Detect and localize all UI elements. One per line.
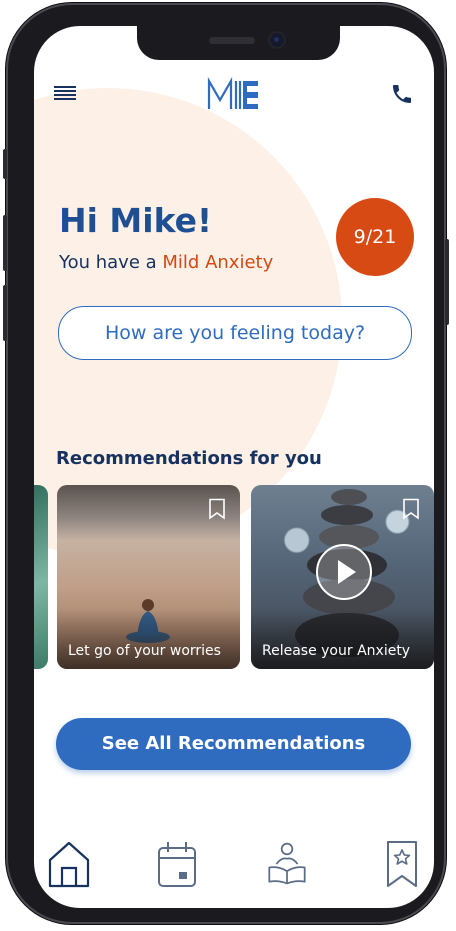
card-shade: [251, 609, 434, 669]
notch: [137, 26, 340, 60]
anxiety-status-line: You have a Mild Anxiety: [59, 252, 273, 273]
see-all-recommendations-button[interactable]: See All Recommendations: [56, 718, 411, 770]
app-screen: Hi Mike! You have a Mild Anxiety 9/21 Ho…: [34, 26, 434, 908]
power-button: [445, 239, 449, 325]
mute-switch: [3, 149, 7, 179]
recommendation-card[interactable]: Let go of your worries: [57, 485, 240, 669]
recommendation-card-partial[interactable]: [34, 485, 48, 669]
phone-icon[interactable]: [390, 82, 414, 106]
recommendations-heading: Recommendations for you: [56, 448, 322, 469]
front-camera: [270, 33, 284, 47]
saved-icon[interactable]: [379, 838, 425, 890]
feeling-checkin-button[interactable]: How are you feeling today?: [58, 306, 412, 360]
card-title: Release your Anxiety: [262, 643, 411, 659]
card-shade: [57, 609, 240, 669]
greeting-title: Hi Mike!: [59, 201, 213, 240]
app-logo: [206, 76, 262, 114]
bookmark-icon[interactable]: [402, 498, 420, 520]
volume-down-button: [3, 285, 7, 341]
home-icon[interactable]: [46, 838, 92, 890]
logo-mark: [207, 76, 258, 109]
card-title: Let go of your worries: [68, 643, 221, 659]
status-prefix: You have a: [59, 252, 163, 273]
bookmark-icon[interactable]: [208, 498, 226, 520]
play-icon[interactable]: [316, 544, 372, 600]
phone-frame: Hi Mike! You have a Mild Anxiety 9/21 Ho…: [3, 3, 449, 924]
recommendation-card[interactable]: Release your Anxiety: [251, 485, 434, 669]
severity-label: Mild Anxiety: [162, 252, 274, 273]
volume-up-button: [3, 215, 7, 271]
calendar-icon[interactable]: [154, 838, 200, 890]
speaker-grille: [209, 37, 255, 44]
bottom-nav: [34, 828, 434, 908]
hamburger-menu-icon[interactable]: [54, 86, 76, 102]
score-badge[interactable]: 9/21: [336, 198, 414, 276]
reading-icon[interactable]: [264, 838, 310, 890]
